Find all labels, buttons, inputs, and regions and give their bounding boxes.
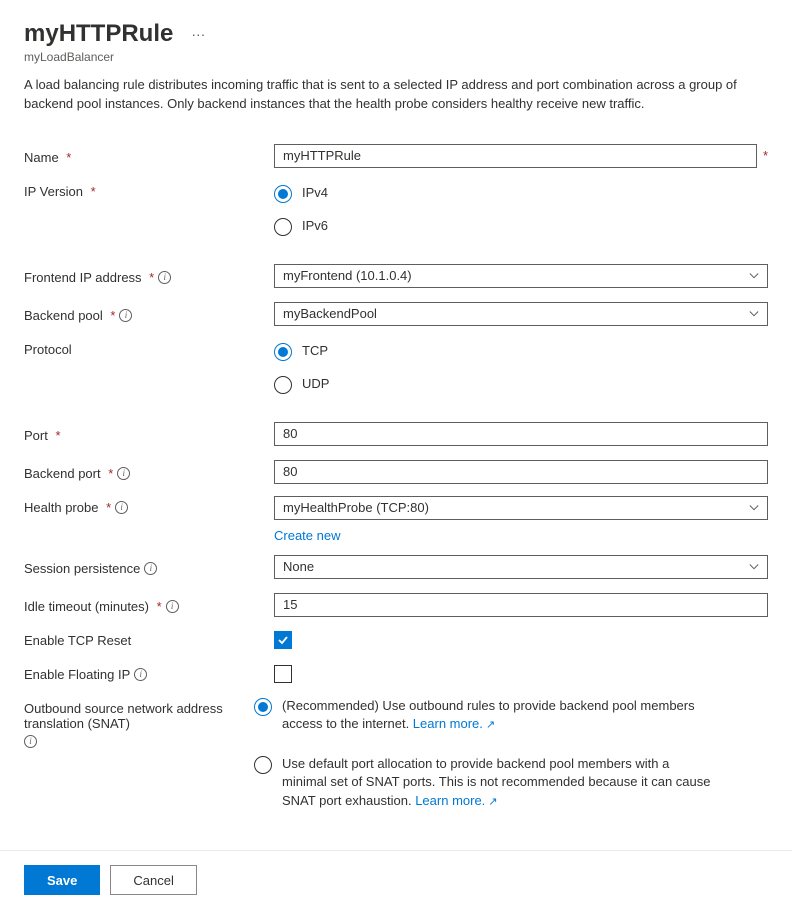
info-icon[interactable]: i	[24, 735, 37, 748]
info-icon[interactable]: i	[115, 501, 128, 514]
page-header: myHTTPRule ··· myLoadBalancer	[24, 20, 768, 64]
ipversion-label: IP Version *	[24, 180, 274, 199]
healthprobe-label: Health probe * i	[24, 496, 274, 515]
info-icon[interactable]: i	[166, 600, 179, 613]
session-select[interactable]: None	[274, 555, 768, 579]
protocol-tcp-radio[interactable]: TCP	[274, 342, 768, 361]
save-button[interactable]: Save	[24, 865, 100, 895]
healthprobe-select[interactable]: myHealthProbe (TCP:80)	[274, 496, 768, 520]
protocol-label: Protocol	[24, 338, 274, 357]
page-title: myHTTPRule	[24, 20, 173, 48]
frontend-label: Frontend IP address * i	[24, 266, 274, 285]
cancel-button[interactable]: Cancel	[110, 865, 196, 895]
floatingip-label: Enable Floating IP i	[24, 663, 274, 682]
more-actions-button[interactable]: ···	[187, 26, 209, 42]
required-indicator: *	[763, 148, 768, 163]
create-new-healthprobe-link[interactable]: Create new	[274, 528, 340, 543]
info-icon[interactable]: i	[134, 668, 147, 681]
tcpreset-checkbox[interactable]	[274, 631, 292, 649]
info-icon[interactable]: i	[158, 271, 171, 284]
ipv6-radio[interactable]: IPv6	[274, 217, 768, 236]
port-label: Port *	[24, 424, 274, 443]
name-label: Name *	[24, 146, 274, 165]
frontend-select[interactable]: myFrontend (10.1.0.4)	[274, 264, 768, 288]
snat-recommended-radio[interactable]: (Recommended) Use outbound rules to prov…	[254, 697, 768, 734]
backendpool-label: Backend pool * i	[24, 304, 274, 323]
page-description: A load balancing rule distributes incomi…	[24, 76, 768, 114]
idle-input[interactable]	[274, 593, 768, 617]
name-input[interactable]	[274, 144, 757, 168]
info-icon[interactable]: i	[117, 467, 130, 480]
footer-bar: Save Cancel	[0, 850, 792, 909]
backendpool-select[interactable]: myBackendPool	[274, 302, 768, 326]
backendport-input[interactable]	[274, 460, 768, 484]
protocol-udp-radio[interactable]: UDP	[274, 375, 768, 394]
tcpreset-label: Enable TCP Reset	[24, 629, 274, 648]
info-icon[interactable]: i	[144, 562, 157, 575]
chevron-down-icon	[749, 309, 759, 319]
snat-learnmore-link-2[interactable]: Learn more.	[415, 793, 497, 808]
snat-default-radio[interactable]: Use default port allocation to provide b…	[254, 755, 768, 810]
port-input[interactable]	[274, 422, 768, 446]
session-label: Session persistence i	[24, 557, 274, 576]
snat-learnmore-link-1[interactable]: Learn more.	[413, 716, 495, 731]
breadcrumb-parent: myLoadBalancer	[24, 50, 768, 64]
snat-label: Outbound source network address translat…	[24, 697, 254, 748]
ipv4-radio[interactable]: IPv4	[274, 184, 768, 203]
chevron-down-icon	[749, 503, 759, 513]
floatingip-checkbox[interactable]	[274, 665, 292, 683]
chevron-down-icon	[749, 271, 759, 281]
idle-label: Idle timeout (minutes) * i	[24, 595, 274, 614]
chevron-down-icon	[749, 562, 759, 572]
backendport-label: Backend port * i	[24, 462, 274, 481]
info-icon[interactable]: i	[119, 309, 132, 322]
